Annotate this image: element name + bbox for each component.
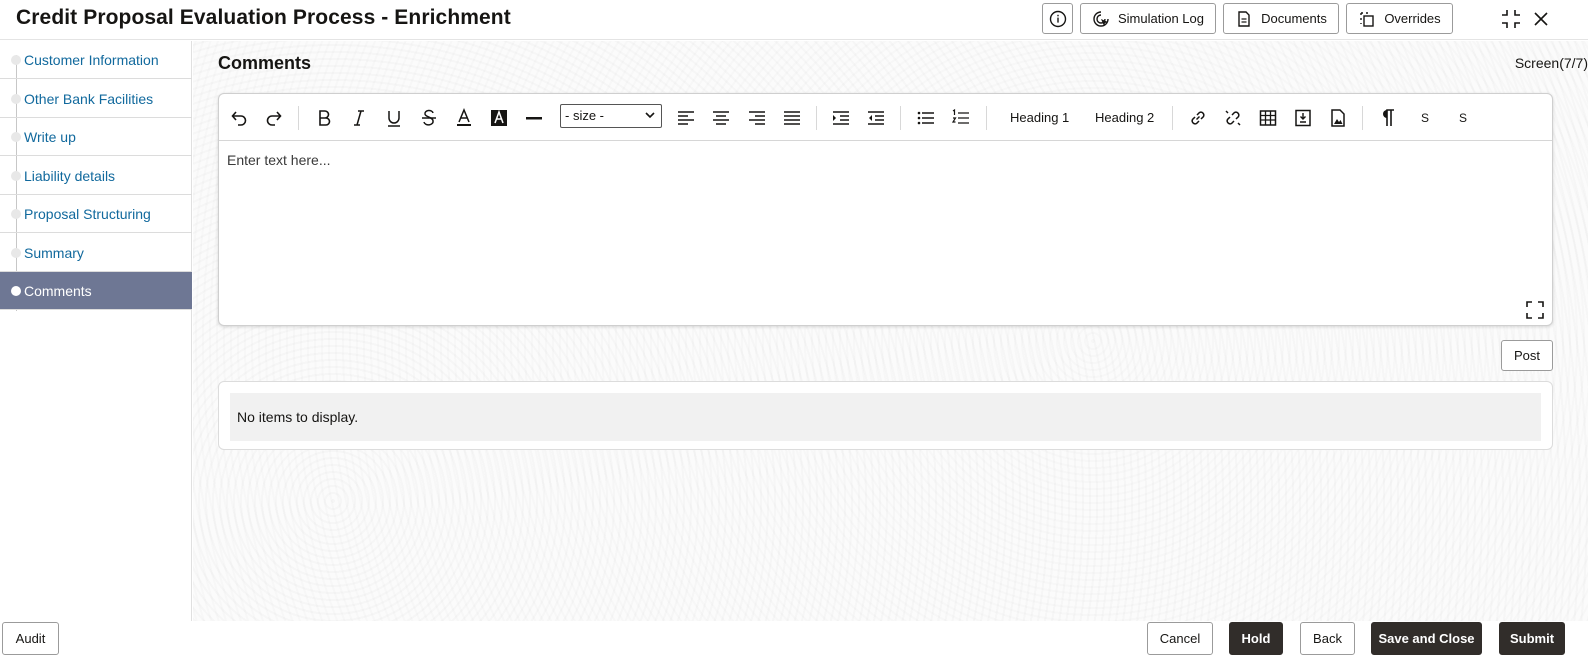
screen-counter: Screen(7/7) (1514, 55, 1588, 71)
nav-dot (11, 55, 21, 65)
empty-message: No items to display. (237, 409, 359, 425)
nav-dot (11, 132, 21, 142)
align-center-icon[interactable] (709, 106, 733, 130)
toolbar-separator (816, 106, 817, 130)
simulation-log-label: Simulation Log (1118, 11, 1204, 26)
nav-dot (11, 171, 21, 181)
nav-dot (11, 209, 21, 219)
back-button[interactable]: Back (1300, 622, 1355, 655)
overrides-button[interactable]: Overrides (1346, 3, 1453, 34)
chevron-down-icon (645, 112, 655, 119)
editor-toolbar: - size - Heading 1 Heading 2 S S (219, 94, 1552, 141)
align-left-icon[interactable] (674, 106, 698, 130)
close-icon[interactable] (1530, 8, 1552, 30)
overrides-icon (1360, 11, 1375, 27)
font-size-select[interactable]: - size - (560, 104, 662, 128)
cancel-button[interactable]: Cancel (1147, 622, 1213, 655)
horizontal-rule-icon[interactable] (522, 106, 546, 130)
footer-bar: Audit Cancel Hold Back Save and Close Su… (0, 621, 1588, 658)
indent-icon[interactable] (829, 106, 853, 130)
sidebar-item-label: Liability details (24, 168, 116, 184)
editor-text-area[interactable]: Enter text here... (227, 152, 331, 168)
sidebar-item-other-bank-facilities[interactable]: Other Bank Facilities (0, 80, 192, 118)
toolbar-separator (298, 106, 299, 130)
save-and-close-button[interactable]: Save and Close (1371, 622, 1482, 655)
comments-list: No items to display. (218, 381, 1553, 450)
nav-dot (11, 286, 21, 296)
heading-2-button[interactable]: Heading 2 (1095, 110, 1154, 125)
superscript-button[interactable]: S (1459, 111, 1467, 125)
rich-text-editor: - size - Heading 1 Heading 2 S S Enter t… (218, 93, 1553, 326)
sidebar-item-label: Comments (24, 283, 92, 299)
documents-label: Documents (1261, 11, 1327, 26)
sidebar-item-write-up[interactable]: Write up (0, 118, 192, 156)
sidebar-item-label: Customer Information (24, 52, 159, 68)
insert-media-icon[interactable] (1291, 106, 1315, 130)
documents-button[interactable]: Documents (1223, 3, 1339, 34)
font-size-value: - size - (565, 108, 604, 123)
font-color-icon[interactable] (452, 106, 476, 130)
simulation-cursor-icon (1093, 10, 1109, 27)
document-icon (1238, 10, 1250, 27)
table-icon[interactable] (1256, 106, 1280, 130)
strikethrough-icon[interactable] (417, 106, 441, 130)
paragraph-icon[interactable] (1376, 106, 1400, 130)
sidebar-item-customer-information[interactable]: Customer Information (0, 41, 192, 79)
sidebar-item-label: Summary (24, 245, 84, 261)
heading-1-button[interactable]: Heading 1 (1010, 110, 1069, 125)
sidebar-item-liability-details[interactable]: Liability details (0, 157, 192, 195)
bold-icon[interactable] (312, 106, 336, 130)
outdent-icon[interactable] (864, 106, 888, 130)
toolbar-separator (1172, 106, 1173, 130)
minimize-window-icon[interactable] (1500, 8, 1522, 30)
toolbar-separator (986, 106, 987, 130)
fullscreen-icon[interactable] (1525, 300, 1545, 320)
bulleted-list-icon[interactable] (914, 106, 938, 130)
align-justify-icon[interactable] (780, 106, 804, 130)
align-right-icon[interactable] (745, 106, 769, 130)
nav-dot (11, 94, 21, 104)
simulation-log-button[interactable]: Simulation Log (1080, 3, 1216, 34)
link-icon[interactable] (1186, 106, 1210, 130)
main-content: Comments Screen(7/7) - size - Heading 1 … (193, 41, 1588, 621)
info-button[interactable] (1042, 3, 1073, 34)
sidebar-item-label: Other Bank Facilities (24, 91, 154, 107)
overrides-label: Overrides (1384, 11, 1441, 26)
unlink-icon[interactable] (1221, 106, 1245, 130)
app-header: Credit Proposal Evaluation Process - Enr… (0, 0, 1588, 40)
highlight-color-icon[interactable] (487, 106, 511, 130)
info-icon (1049, 10, 1066, 27)
post-button[interactable]: Post (1501, 340, 1553, 371)
sidebar-item-label: Proposal Structuring (24, 206, 151, 222)
sidebar-item-proposal-structuring[interactable]: Proposal Structuring (0, 195, 192, 233)
nav-dot (11, 248, 21, 258)
subscript-button[interactable]: S (1421, 111, 1429, 125)
sidebar-item-label: Write up (24, 129, 76, 145)
submit-button[interactable]: Submit (1499, 622, 1565, 655)
hold-button[interactable]: Hold (1229, 622, 1283, 655)
redo-icon[interactable] (262, 106, 286, 130)
toolbar-separator (1362, 106, 1363, 130)
undo-icon[interactable] (227, 106, 251, 130)
audit-button[interactable]: Audit (2, 622, 59, 655)
insert-image-icon[interactable] (1326, 106, 1350, 130)
comments-list-empty: No items to display. (230, 393, 1541, 441)
sidebar-item-summary[interactable]: Summary (0, 234, 192, 272)
section-title: Comments (218, 53, 312, 73)
numbered-list-icon[interactable] (949, 106, 973, 130)
toolbar-separator (900, 106, 901, 130)
page-title: Credit Proposal Evaluation Process - Enr… (16, 6, 511, 29)
sidebar-nav: Customer Information Other Bank Faciliti… (0, 41, 192, 621)
italic-icon[interactable] (347, 106, 371, 130)
sidebar-item-comments[interactable]: Comments (0, 272, 192, 310)
underline-icon[interactable] (382, 106, 406, 130)
